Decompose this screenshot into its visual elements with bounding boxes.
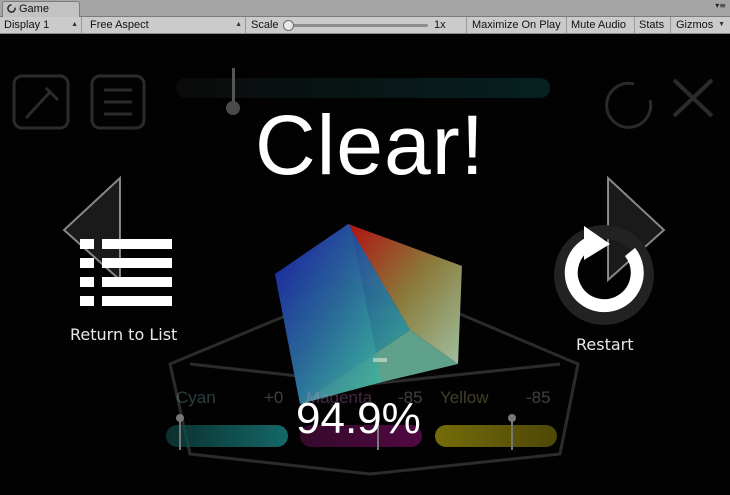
aspect-label: Free Aspect bbox=[90, 19, 149, 31]
maximize-on-play-label: Maximize On Play bbox=[472, 19, 561, 31]
cyan-slider-bar bbox=[166, 425, 288, 447]
mute-audio-label: Mute Audio bbox=[571, 19, 627, 31]
cyan-label: Cyan bbox=[176, 388, 216, 407]
game-tab[interactable]: Game bbox=[2, 1, 80, 17]
yellow-label: Yellow bbox=[440, 388, 489, 407]
stats-label: Stats bbox=[639, 19, 665, 31]
scale-value: 1x bbox=[434, 19, 446, 31]
game-tab-label: Game bbox=[19, 3, 49, 15]
display-dropdown[interactable]: Display 1 ▲ bbox=[0, 17, 82, 33]
clear-title: Clear! bbox=[254, 98, 486, 192]
unity-icon bbox=[7, 4, 16, 13]
mute-audio-toggle[interactable]: Mute Audio bbox=[567, 17, 635, 33]
yellow-slider-bar bbox=[435, 425, 557, 447]
restart-label: Restart bbox=[576, 335, 634, 354]
display-label: Display 1 bbox=[4, 19, 50, 31]
game-toolbar: Display 1 ▲ Free Aspect ▲ Scale 1x Maxim… bbox=[0, 17, 730, 34]
yellow-value: -85 bbox=[526, 388, 551, 407]
cyan-value: +0 bbox=[264, 388, 284, 407]
game-view[interactable]: Clear! Return to List Restart Cyan +0 Ma… bbox=[0, 34, 730, 495]
tab-menu-icon[interactable]: ▾≡ bbox=[715, 2, 726, 10]
dropdown-arrows-icon: ▲ bbox=[235, 21, 242, 28]
gizmos-dropdown[interactable]: Gizmos ▼ bbox=[672, 17, 730, 33]
return-to-list-label: Return to List bbox=[70, 325, 178, 344]
scale-slider-track[interactable] bbox=[288, 24, 428, 27]
dropdown-arrows-icon: ▲ bbox=[71, 21, 78, 28]
chevron-down-icon: ▼ bbox=[718, 21, 725, 28]
scale-slider-thumb[interactable] bbox=[283, 20, 294, 31]
tab-bar: Game ▾≡ bbox=[0, 0, 730, 17]
aspect-dropdown[interactable]: Free Aspect ▲ bbox=[86, 17, 246, 33]
gizmos-label: Gizmos bbox=[676, 19, 714, 31]
score-percent: 94.9% bbox=[296, 394, 421, 443]
stats-toggle[interactable]: Stats bbox=[635, 17, 671, 33]
maximize-on-play-toggle[interactable]: Maximize On Play bbox=[468, 17, 567, 33]
scale-label: Scale bbox=[251, 19, 279, 31]
